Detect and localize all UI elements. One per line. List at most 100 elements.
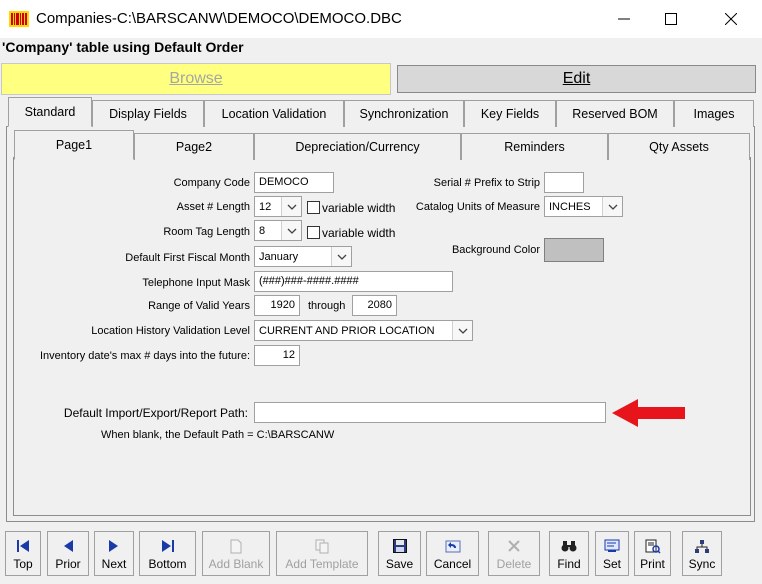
serial-prefix-input[interactable] [544,172,584,193]
app-barcode-icon [9,11,29,27]
sync-label: Sync [688,557,716,571]
sync-button[interactable]: Sync [682,531,722,576]
fiscal-month-value: January [259,251,299,263]
catalog-units-label: Catalog Units of Measure [415,201,540,213]
company-code-label: Company Code [173,177,250,189]
cancel-label: Cancel [433,557,472,571]
background-color-swatch[interactable] [544,238,604,262]
subtab-page1[interactable]: Page1 [14,130,134,160]
save-label: Save [385,557,414,571]
close-button[interactable] [708,0,754,38]
add-template-button[interactable]: Add Template [276,531,368,576]
phone-mask-input[interactable]: (###)###-####.#### [254,271,453,292]
chevron-down-icon [331,247,351,266]
tab-reserved-bom[interactable]: Reserved BOM [556,100,674,127]
set-filter-icon [602,537,622,555]
chevron-down-icon [281,221,301,240]
asset-length-label: Asset # Length [176,201,250,213]
red-arrow-annotation-icon [612,399,685,427]
valid-years-label: Range of Valid Years [148,300,250,312]
import-path-input[interactable] [254,402,606,423]
subtab-reminders[interactable]: Reminders [461,133,608,160]
room-tag-length-value: 8 [259,225,266,237]
prior-label: Prior [55,557,81,571]
asset-length-value: 12 [259,201,272,213]
subtab-depreciation-currency[interactable]: Depreciation/Currency [254,133,461,160]
maximize-icon [665,13,677,25]
set-label: Set [602,557,621,571]
minimize-icon [618,18,630,20]
minimize-button[interactable] [601,0,647,38]
top-label: Top [13,557,33,571]
previous-record-icon [58,537,78,555]
history-validation-select[interactable]: CURRENT AND PRIOR LOCATION [254,320,473,341]
cancel-button[interactable]: Cancel [426,531,479,576]
subtab-qty-assets[interactable]: Qty Assets [608,133,750,160]
print-button[interactable]: Print [634,531,671,576]
set-button[interactable]: Set [595,531,629,576]
first-record-icon [13,537,33,555]
asset-length-select[interactable]: 12 [254,196,302,217]
tab-key-fields[interactable]: Key Fields [464,100,556,127]
room-tag-length-select[interactable]: 8 [254,220,302,241]
floppy-disk-icon [390,537,410,555]
tab-synchronization[interactable]: Synchronization [344,100,464,127]
room-variable-width-label: variable width [322,226,396,240]
room-variable-width-checkbox[interactable] [307,226,320,239]
print-label: Print [640,557,665,571]
valid-years-to-input[interactable]: 2080 [352,295,397,316]
fiscal-month-label: Default First Fiscal Month [125,252,250,264]
inventory-days-label: Inventory date's max # days into the fut… [40,350,250,362]
bottom-button[interactable]: Bottom [139,531,196,576]
delete-label: Delete [496,557,532,571]
asset-variable-width-checkbox[interactable] [307,201,320,214]
phone-mask-label: Telephone Input Mask [142,277,250,289]
save-button[interactable]: Save [378,531,421,576]
import-path-label: Default Import/Export/Report Path: [63,406,248,420]
bottom-label: Bottom [148,557,187,571]
tab-location-validation[interactable]: Location Validation [204,100,344,127]
chevron-down-icon [602,197,622,216]
title-bar: Companies-C:\BARSCANW\DEMOCO\DEMOCO.DBC [0,0,762,38]
add-blank-button[interactable]: Add Blank [202,531,270,576]
binoculars-icon [559,537,579,555]
find-button[interactable]: Find [549,531,589,576]
inventory-days-input[interactable]: 12 [254,345,300,366]
valid-years-from-input[interactable]: 1920 [254,295,300,316]
history-validation-label: Location History Validation Level [91,325,250,337]
prior-button[interactable]: Prior [47,531,89,576]
through-label: through [308,300,346,312]
table-order-heading: 'Company' table using Default Order [2,39,244,55]
chevron-down-icon [281,197,301,216]
catalog-units-select[interactable]: INCHES [544,196,623,217]
fiscal-month-select[interactable]: January [254,246,352,267]
subtab-page2[interactable]: Page2 [134,133,254,160]
copy-template-icon [312,537,332,555]
window-title: Companies-C:\BARSCANW\DEMOCO\DEMOCO.DBC [36,10,402,27]
find-label: Find [557,557,581,571]
delete-x-icon [504,537,524,555]
tab-images[interactable]: Images [674,100,754,127]
serial-prefix-label: Serial # Prefix to Strip [433,177,540,189]
browse-mode-button[interactable]: Browse [1,63,391,95]
room-tag-length-label: Room Tag Length [163,226,250,238]
tab-standard[interactable]: Standard [8,97,92,127]
undo-arrow-icon [443,537,463,555]
next-record-icon [104,537,124,555]
next-label: Next [101,557,127,571]
add-template-label: Add Template [285,557,359,571]
company-code-input[interactable]: DEMOCO [254,172,334,193]
next-button[interactable]: Next [94,531,134,576]
top-button[interactable]: Top [5,531,41,576]
tab-display-fields[interactable]: Display Fields [92,100,204,127]
add-blank-label: Add Blank [208,557,264,571]
history-validation-value: CURRENT AND PRIOR LOCATION [259,325,435,337]
delete-button[interactable]: Delete [488,531,540,576]
print-preview-icon [643,537,663,555]
edit-mode-button[interactable]: Edit [397,65,756,93]
default-path-note: When blank, the Default Path = C:\BARSCA… [101,429,335,441]
catalog-units-value: INCHES [549,201,591,213]
maximize-button[interactable] [648,0,694,38]
last-record-icon [158,537,178,555]
chevron-down-icon [452,321,472,340]
